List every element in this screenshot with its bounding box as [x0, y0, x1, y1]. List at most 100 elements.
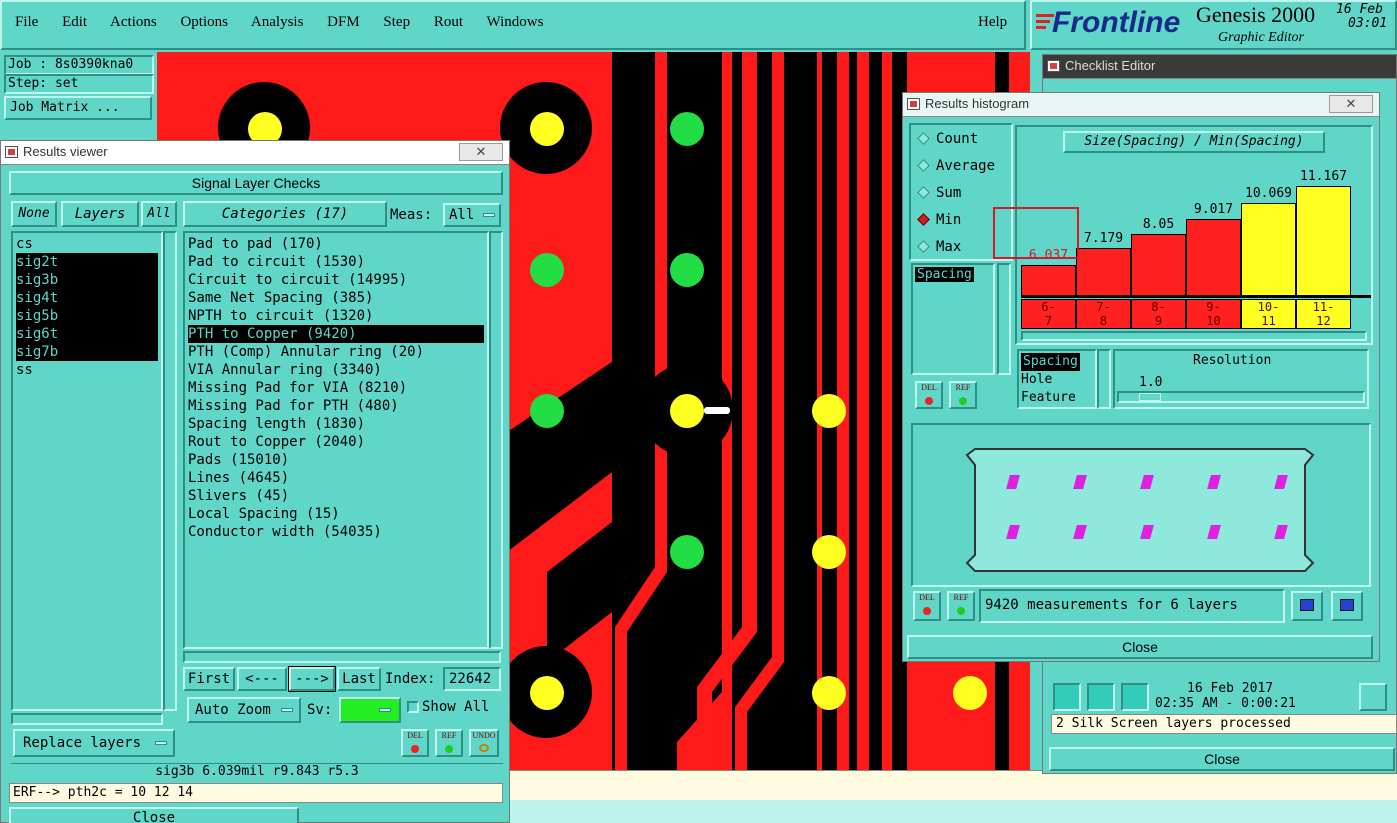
menu-file[interactable]: File: [15, 14, 38, 30]
attribute-scrollbar[interactable]: [997, 263, 1011, 375]
categories-hscrollbar[interactable]: [183, 651, 501, 663]
checklist-close-button[interactable]: Close: [1049, 747, 1395, 771]
layer-item[interactable]: sig4t: [16, 289, 158, 307]
del-button[interactable]: DEL: [401, 729, 429, 757]
stat-option-sum[interactable]: Sum: [917, 185, 1003, 212]
radio-icon[interactable]: [917, 132, 930, 145]
category-item[interactable]: Same Net Spacing (385): [188, 289, 484, 307]
menu-rout[interactable]: Rout: [434, 14, 463, 30]
histogram-bar[interactable]: [1241, 203, 1296, 297]
stat-option-min[interactable]: Min: [917, 212, 1003, 239]
menu-dfm[interactable]: DFM: [327, 14, 360, 30]
results-viewer-close-button[interactable]: Close: [9, 807, 299, 823]
resolution-attr-scrollbar[interactable]: [1097, 349, 1111, 409]
attr-spacing[interactable]: Spacing: [1021, 353, 1080, 371]
histogram-bar[interactable]: [1186, 219, 1241, 297]
checklist-icon-run-2[interactable]: [1087, 683, 1115, 711]
resolution-attributes[interactable]: Spacing Hole Feature: [1017, 349, 1097, 409]
menu-analysis[interactable]: Analysis: [251, 14, 304, 30]
replace-layers-button[interactable]: Replace layers: [13, 729, 175, 757]
category-item[interactable]: Rout to Copper (2040): [188, 433, 484, 451]
category-item[interactable]: Pad to pad (170): [188, 235, 484, 253]
histogram-close-button[interactable]: Close: [907, 635, 1373, 659]
meas-dropdown[interactable]: All: [443, 203, 501, 227]
radio-icon[interactable]: [917, 186, 930, 199]
close-icon[interactable]: ✕: [459, 143, 503, 161]
layers-scrollbar[interactable]: [163, 231, 177, 711]
category-item[interactable]: Circuit to circuit (14995): [188, 271, 484, 289]
category-item[interactable]: Slivers (45): [188, 487, 484, 505]
category-item[interactable]: Conductor width (54035): [188, 523, 484, 541]
last-button[interactable]: Last: [337, 667, 381, 691]
ref-button[interactable]: REF: [435, 729, 463, 757]
category-item[interactable]: Spacing length (1830): [188, 415, 484, 433]
attribute-list[interactable]: Spacing: [911, 263, 995, 375]
zoom-dropdown[interactable]: Auto Zoom: [187, 697, 301, 723]
all-button[interactable]: All: [141, 201, 177, 227]
stat-option-average[interactable]: Average: [917, 158, 1003, 185]
category-item[interactable]: Pad to circuit (1530): [188, 253, 484, 271]
histogram-bar[interactable]: [1076, 248, 1131, 297]
zoom-icon[interactable]: [1359, 683, 1387, 711]
layer-item[interactable]: sig2t: [16, 253, 158, 271]
category-item[interactable]: VIA Annular ring (3340): [188, 361, 484, 379]
menu-step[interactable]: Step: [383, 14, 410, 30]
histogram-bar[interactable]: [1131, 234, 1186, 297]
layers-hscrollbar[interactable]: [11, 713, 163, 725]
layers-list[interactable]: cs sig2t sig3b sig4t sig5b sig6t sig7b ss: [11, 231, 163, 711]
first-button[interactable]: First: [183, 667, 235, 691]
layer-item[interactable]: ss: [16, 361, 158, 379]
radio-icon[interactable]: [917, 213, 930, 226]
layer-item[interactable]: sig6t: [16, 325, 158, 343]
undo-button[interactable]: UNDO: [469, 729, 499, 757]
radio-icon[interactable]: [917, 240, 930, 253]
none-button[interactable]: None: [11, 201, 57, 227]
stat-option-max[interactable]: Max: [917, 239, 1003, 266]
hist-ref-button-2[interactable]: REF: [947, 591, 975, 621]
hist-del-button[interactable]: DEL: [915, 381, 943, 409]
hist-ref-button[interactable]: REF: [949, 381, 977, 409]
index-input[interactable]: 22642: [443, 667, 501, 691]
close-icon[interactable]: ✕: [1329, 95, 1373, 113]
category-item[interactable]: Missing Pad for VIA (8210): [188, 379, 484, 397]
layers-tab[interactable]: Layers: [61, 201, 139, 227]
slider-thumb[interactable]: [1139, 393, 1161, 401]
stat-option-count[interactable]: Count: [917, 131, 1003, 158]
category-item[interactable]: PTH (Comp) Annular ring (20): [188, 343, 484, 361]
hist-del-button-2[interactable]: DEL: [913, 591, 941, 621]
next-button[interactable]: --->: [288, 666, 336, 692]
menu-help[interactable]: Help: [978, 14, 1007, 31]
resolution-slider[interactable]: [1117, 391, 1365, 403]
menu-options[interactable]: Options: [180, 14, 228, 30]
menu-edit[interactable]: Edit: [62, 14, 87, 30]
attr-feature[interactable]: Feature: [1021, 389, 1093, 407]
job-matrix-button[interactable]: Job Matrix ...: [4, 96, 152, 120]
export-icon[interactable]: [1291, 591, 1323, 621]
histogram-bar[interactable]: [1021, 265, 1076, 297]
import-icon[interactable]: [1331, 591, 1363, 621]
radio-icon[interactable]: [917, 159, 930, 172]
layer-item[interactable]: sig5b: [16, 307, 158, 325]
category-item[interactable]: Local Spacing (15): [188, 505, 484, 523]
layer-item[interactable]: sig7b: [16, 343, 158, 361]
attr-hole[interactable]: Hole: [1021, 371, 1093, 389]
histogram-hscrollbar[interactable]: [1021, 331, 1367, 341]
category-item[interactable]: PTH to Copper (9420): [188, 325, 484, 343]
categories-list[interactable]: Pad to pad (170) Pad to circuit (1530) Cir…: [183, 231, 489, 649]
categories-tab[interactable]: Categories (17): [183, 201, 387, 227]
category-item[interactable]: Missing Pad for PTH (480): [188, 397, 484, 415]
checklist-icon-stop[interactable]: [1121, 683, 1149, 711]
layer-item[interactable]: sig3b: [16, 271, 158, 289]
category-item[interactable]: NPTH to circuit (1320): [188, 307, 484, 325]
category-item[interactable]: Pads (15010): [188, 451, 484, 469]
sv-color-dropdown[interactable]: [339, 697, 401, 723]
checklist-icon-run[interactable]: [1053, 683, 1081, 711]
category-item[interactable]: Lines (4645): [188, 469, 484, 487]
spacing-item[interactable]: Spacing: [915, 267, 974, 282]
categories-scrollbar[interactable]: [489, 231, 503, 649]
show-all-checkbox[interactable]: [407, 701, 419, 713]
prev-button[interactable]: <---: [237, 667, 287, 691]
histogram-bar[interactable]: [1296, 186, 1351, 297]
menu-actions[interactable]: Actions: [110, 14, 157, 30]
menu-windows[interactable]: Windows: [487, 14, 544, 30]
